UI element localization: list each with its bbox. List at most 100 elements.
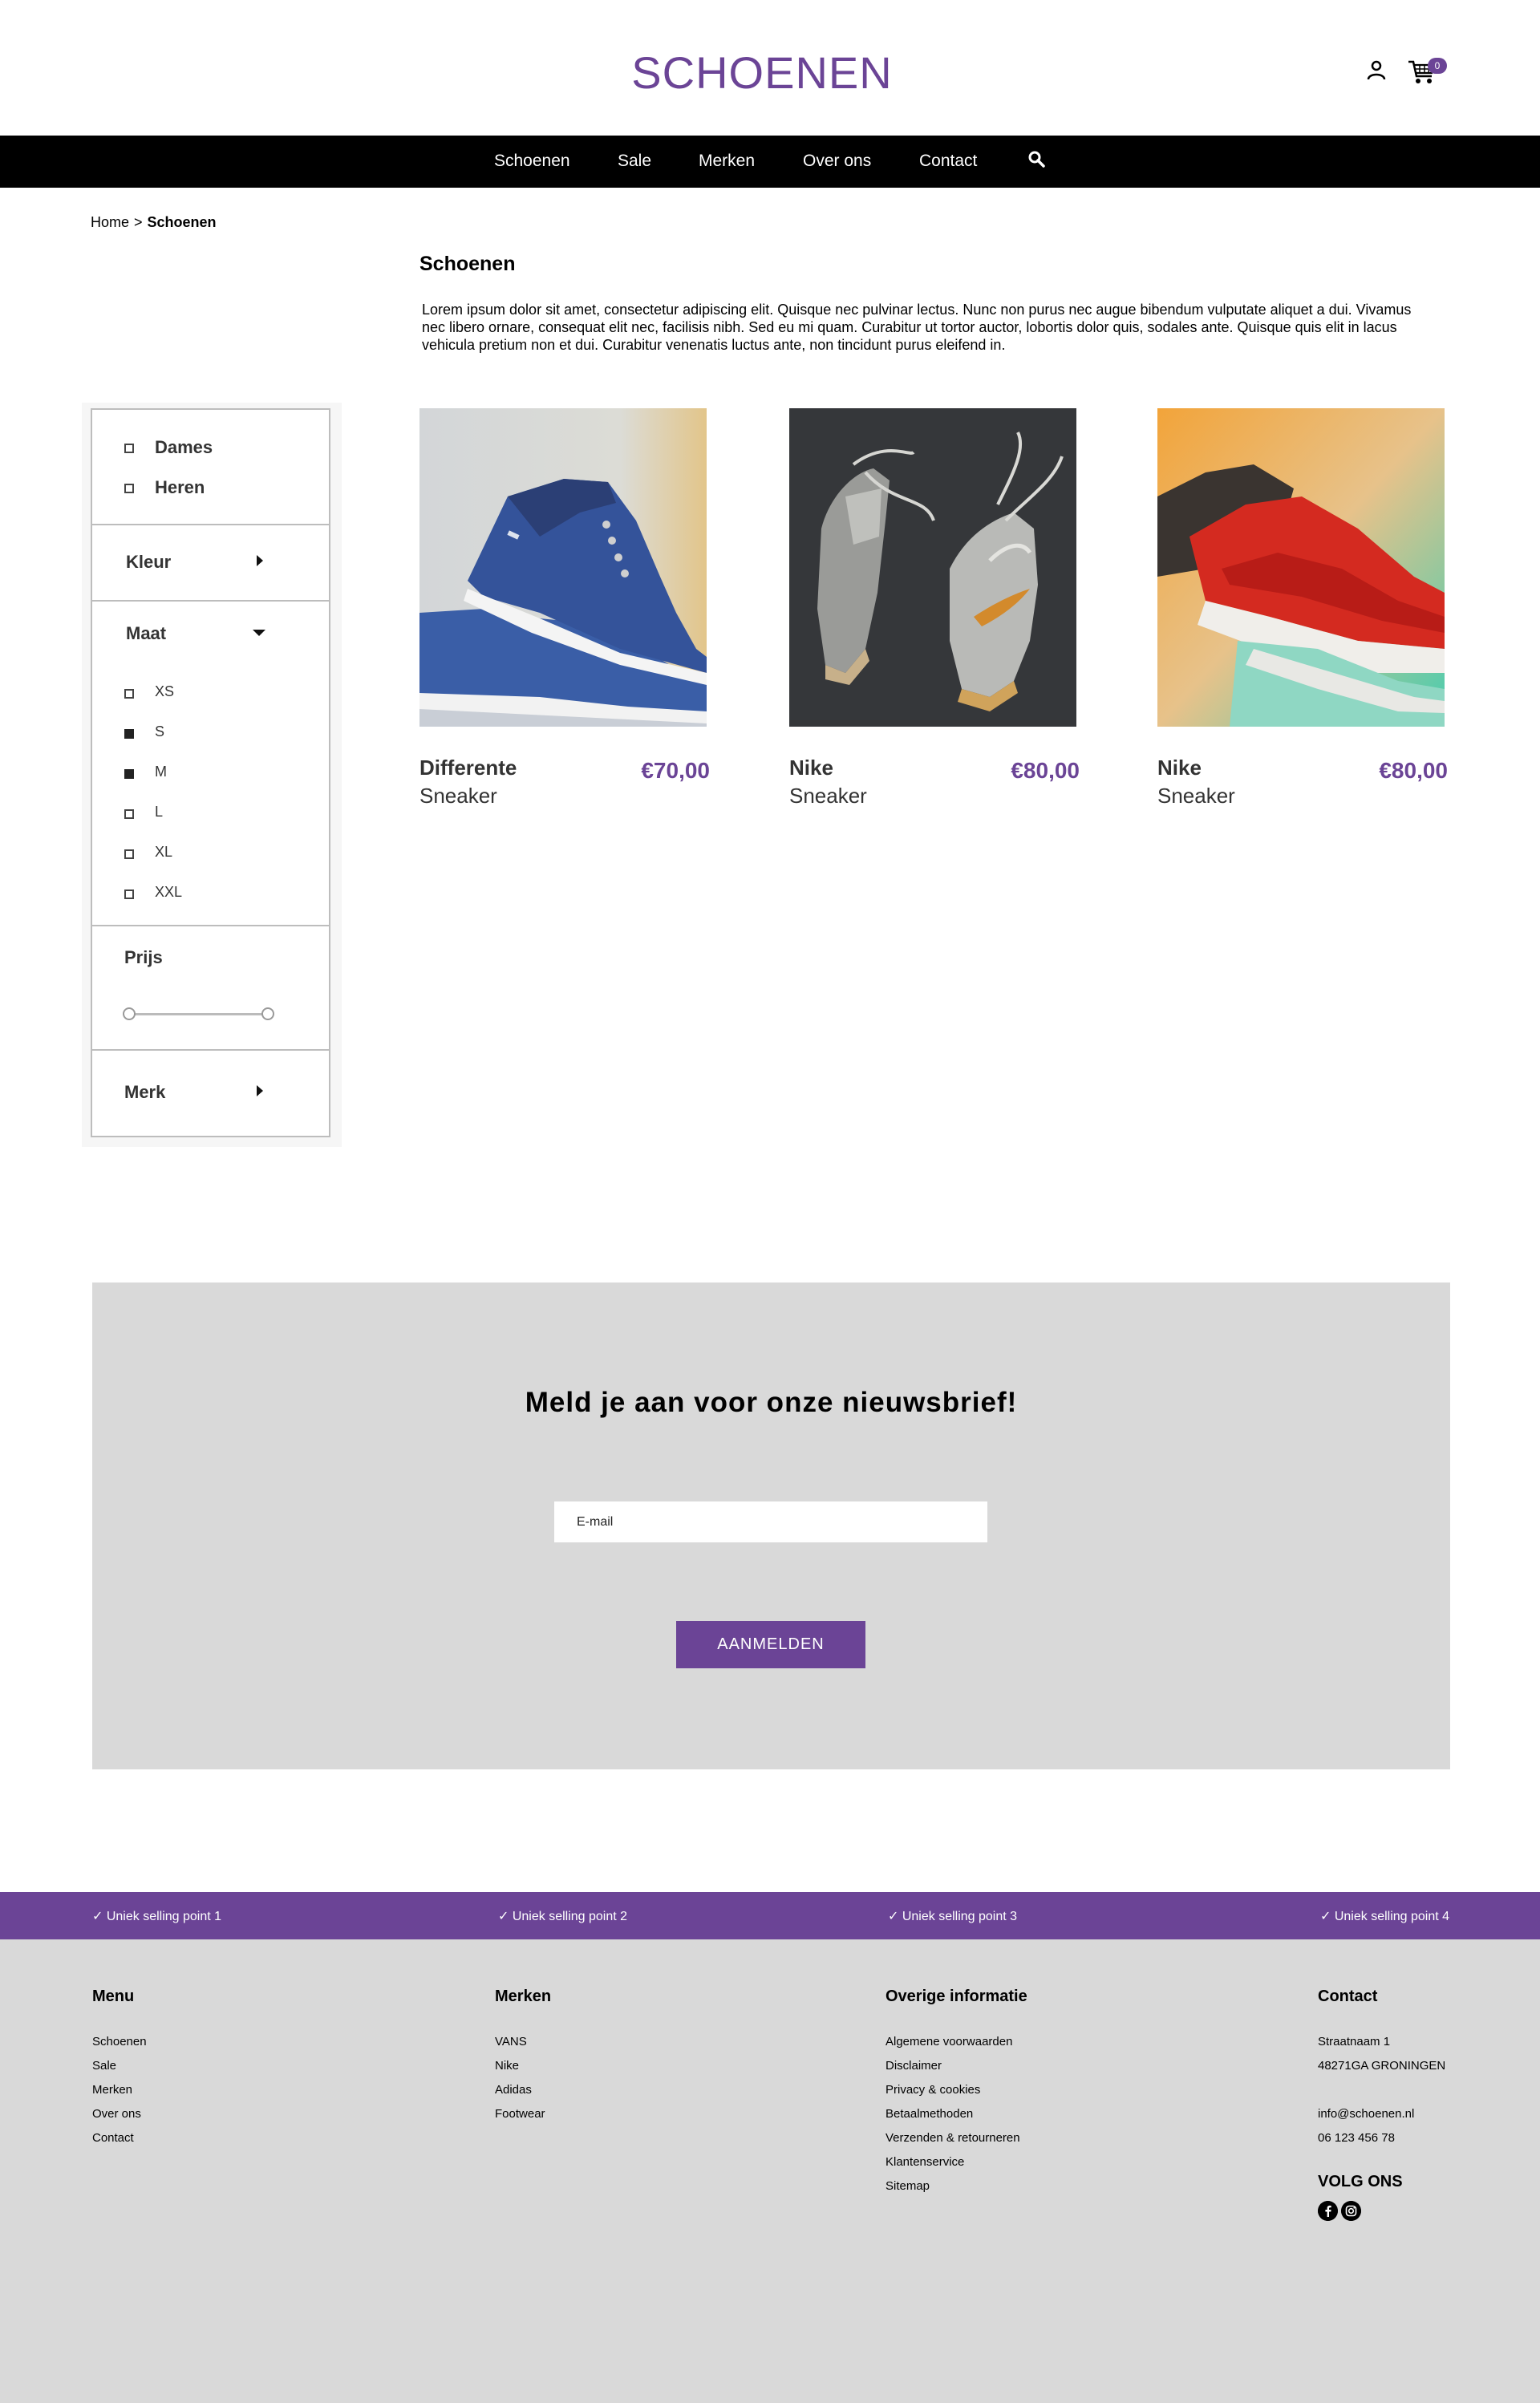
price-slider-max-handle[interactable] bbox=[261, 1007, 274, 1020]
nav-item-merken[interactable]: Merken bbox=[699, 152, 755, 171]
footer-link[interactable]: Privacy & cookies bbox=[886, 2078, 1027, 2102]
caret-right-icon[interactable] bbox=[257, 555, 263, 566]
size-label-s: S bbox=[155, 723, 165, 740]
product-image-nike-grey-sneakers[interactable] bbox=[789, 408, 1076, 727]
main-nav: Schoenen Sale Merken Over ons Contact bbox=[0, 136, 1540, 188]
filter-heading-maat[interactable]: Maat bbox=[126, 623, 166, 644]
footer-link[interactable]: Algemene voorwaarden bbox=[886, 2030, 1027, 2054]
filter-divider bbox=[92, 1049, 329, 1051]
usp-item: ✓ Uniek selling point 1 bbox=[92, 1910, 222, 1923]
footer-link[interactable]: Schoenen bbox=[92, 2030, 147, 2054]
checkbox-size-xl[interactable] bbox=[124, 849, 134, 859]
filter-heading-kleur[interactable]: Kleur bbox=[126, 552, 171, 573]
filter-divider bbox=[92, 600, 329, 602]
newsletter-submit-button[interactable]: AANMELDEN bbox=[676, 1621, 865, 1668]
product-name[interactable]: Nike bbox=[1157, 756, 1202, 780]
breadcrumb-separator: > bbox=[134, 214, 143, 230]
footer-link[interactable]: Contact bbox=[92, 2126, 147, 2150]
size-label-m: M bbox=[155, 764, 167, 780]
footer-link[interactable]: VANS bbox=[495, 2030, 551, 2054]
checkbox-dames[interactable] bbox=[124, 444, 134, 453]
checkbox-size-s[interactable] bbox=[124, 729, 134, 739]
newsletter-email-input[interactable] bbox=[554, 1501, 987, 1542]
filter-label-heren: Heren bbox=[155, 477, 205, 497]
checkbox-size-xs[interactable] bbox=[124, 689, 134, 699]
contact-street: Straatnaam 1 bbox=[1318, 2035, 1391, 2048]
filter-heading-prijs: Prijs bbox=[124, 947, 163, 967]
checkbox-size-l[interactable] bbox=[124, 809, 134, 819]
price-slider-track[interactable] bbox=[130, 1013, 266, 1015]
size-label-xs: XS bbox=[155, 683, 175, 699]
footer-link[interactable]: Disclaimer bbox=[886, 2054, 1027, 2078]
footer-col-menu: Menu Schoenen Sale Merken Over ons Conta… bbox=[92, 1988, 147, 2150]
facebook-icon[interactable] bbox=[1318, 2201, 1338, 2221]
filter-divider bbox=[92, 524, 329, 525]
product-price: €80,00 bbox=[1011, 758, 1080, 783]
caret-down-icon[interactable] bbox=[253, 630, 265, 636]
site-logo[interactable]: SCHOENEN bbox=[0, 47, 1524, 99]
filter-panel: Dames Heren Kleur Maat XS S M L XL XXL P… bbox=[91, 408, 330, 1137]
footer-col-merken: Merken VANS Nike Adidas Footwear bbox=[495, 1988, 551, 2126]
newsletter-section: Meld je aan voor onze nieuwsbrief! AANME… bbox=[92, 1283, 1450, 1769]
product-image-nike-red-sneakers[interactable] bbox=[1157, 408, 1445, 727]
usp-item: ✓ Uniek selling point 2 bbox=[498, 1910, 628, 1923]
footer-link[interactable]: Footwear bbox=[495, 2102, 551, 2126]
usp-item: ✓ Uniek selling point 3 bbox=[888, 1910, 1018, 1923]
size-label-xxl: XXL bbox=[155, 884, 183, 900]
footer-link[interactable]: Merken bbox=[92, 2078, 147, 2102]
product-name[interactable]: Nike bbox=[789, 756, 833, 780]
product-type: Sneaker bbox=[789, 784, 867, 808]
footer-title-merken: Merken bbox=[495, 1988, 552, 2005]
footer-link[interactable]: Adidas bbox=[495, 2078, 551, 2102]
price-slider-min-handle[interactable] bbox=[123, 1007, 136, 1020]
contact-email[interactable]: info@schoenen.nl bbox=[1318, 2102, 1445, 2126]
product-price: €80,00 bbox=[1379, 758, 1448, 783]
size-label-l: L bbox=[155, 804, 164, 820]
social-links bbox=[1318, 2201, 1445, 2221]
site-footer: Menu Schoenen Sale Merken Over ons Conta… bbox=[0, 1939, 1540, 2403]
footer-link[interactable]: Verzenden & retourneren bbox=[886, 2126, 1027, 2150]
breadcrumb-home[interactable]: Home bbox=[91, 214, 129, 230]
account-icon[interactable] bbox=[1366, 59, 1387, 80]
footer-link[interactable]: Sale bbox=[92, 2054, 147, 2078]
footer-col-contact: Contact Straatnaam 1 48271GA GRONINGEN i… bbox=[1318, 1988, 1445, 2221]
contact-city: 48271GA GRONINGEN bbox=[1318, 2059, 1446, 2073]
product-image-blue-sneaker[interactable] bbox=[419, 408, 707, 727]
footer-link[interactable]: Klantenservice bbox=[886, 2150, 1027, 2174]
filter-heading-merk[interactable]: Merk bbox=[124, 1082, 165, 1103]
nav-item-schoenen[interactable]: Schoenen bbox=[494, 152, 570, 171]
footer-col-info: Overige informatie Algemene voorwaarden … bbox=[886, 1988, 1027, 2198]
footer-title-menu: Menu bbox=[92, 1988, 135, 2005]
cart-count-badge: 0 bbox=[1428, 58, 1447, 74]
filter-divider bbox=[92, 925, 329, 926]
nav-item-sale[interactable]: Sale bbox=[618, 152, 651, 171]
footer-link[interactable]: Nike bbox=[495, 2054, 551, 2078]
size-label-xl: XL bbox=[155, 844, 173, 860]
newsletter-title: Meld je aan voor onze nieuwsbrief! bbox=[525, 1387, 1018, 1418]
site-header: SCHOENEN 0 bbox=[0, 0, 1540, 136]
product-price: €70,00 bbox=[641, 758, 710, 783]
usp-item: ✓ Uniek selling point 4 bbox=[1320, 1910, 1450, 1923]
nav-item-over-ons[interactable]: Over ons bbox=[803, 152, 871, 171]
caret-right-icon[interactable] bbox=[257, 1085, 263, 1096]
footer-link[interactable]: Over ons bbox=[92, 2102, 147, 2126]
instagram-icon[interactable] bbox=[1341, 2201, 1361, 2221]
breadcrumb: Home > Schoenen bbox=[91, 214, 217, 231]
follow-us-title: VOLG ONS bbox=[1318, 2173, 1403, 2190]
contact-phone[interactable]: 06 123 456 78 bbox=[1318, 2126, 1445, 2150]
product-name[interactable]: Differente bbox=[419, 756, 517, 780]
nav-item-contact[interactable]: Contact bbox=[919, 152, 977, 171]
footer-link[interactable]: Sitemap bbox=[886, 2174, 1027, 2198]
checkbox-heren[interactable] bbox=[124, 484, 134, 493]
product-type: Sneaker bbox=[419, 784, 497, 808]
footer-link[interactable]: Betaalmethoden bbox=[886, 2102, 1027, 2126]
footer-title-info: Overige informatie bbox=[886, 1988, 1027, 2005]
checkbox-size-m[interactable] bbox=[124, 769, 134, 779]
filter-label-dames: Dames bbox=[155, 437, 213, 457]
page-title: Schoenen bbox=[419, 253, 516, 275]
product-type: Sneaker bbox=[1157, 784, 1235, 808]
search-icon[interactable] bbox=[1027, 150, 1048, 171]
checkbox-size-xxl[interactable] bbox=[124, 889, 134, 899]
usp-bar: ✓ Uniek selling point 1 ✓ Uniek selling … bbox=[0, 1892, 1540, 1939]
intro-text: Lorem ipsum dolor sit amet, consectetur … bbox=[422, 302, 1412, 353]
